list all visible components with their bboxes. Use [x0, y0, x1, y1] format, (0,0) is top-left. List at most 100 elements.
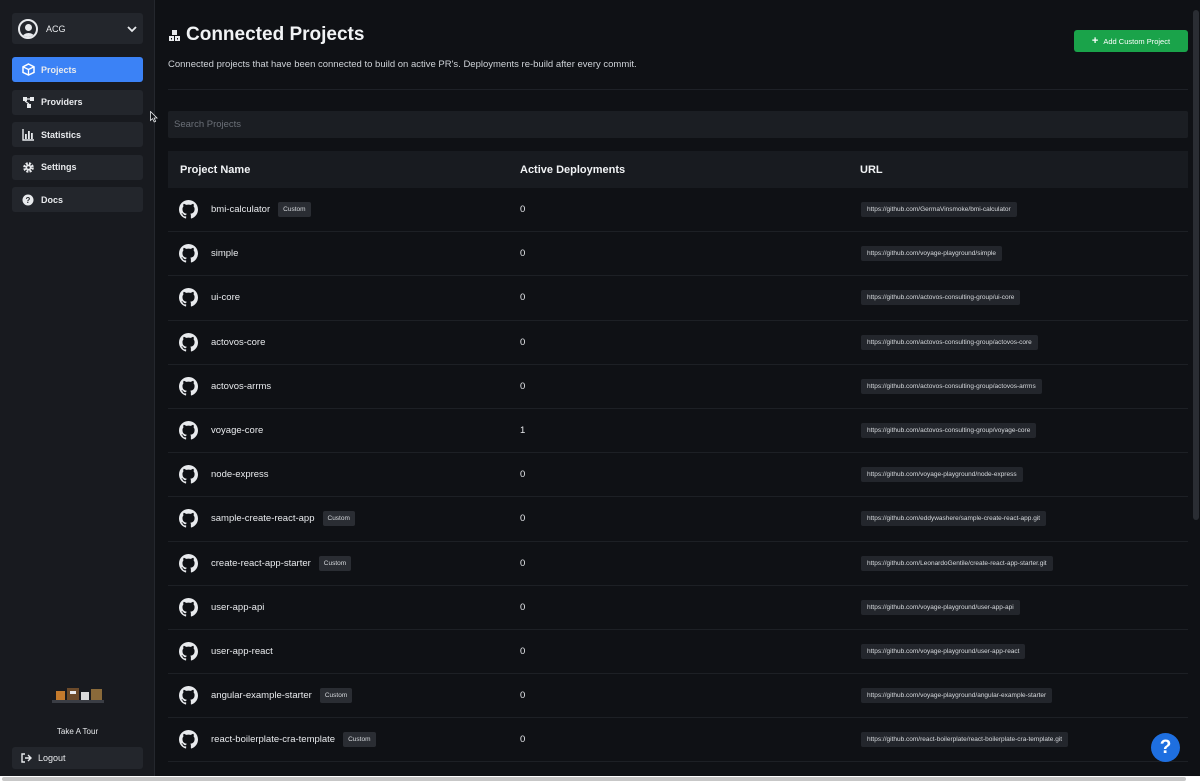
table-row[interactable]: angular-example-starter Custom 0 https://gi… [168, 674, 1188, 719]
project-name-cell[interactable]: react-boilerplate-cra-template Custom [211, 732, 376, 748]
github-icon [179, 686, 198, 705]
sidebar-item-projects[interactable]: Projects [12, 57, 143, 82]
scrollbar-thumb[interactable] [1193, 10, 1199, 520]
sidebar-item-label: Projects [41, 64, 77, 75]
project-name: react-boilerplate-cra-template [211, 734, 336, 746]
project-url[interactable]: https://github.com/GermaVinsmoke/bmi-cal… [861, 202, 1017, 218]
sidebar-item-label: Statistics [41, 129, 82, 140]
column-header-project-name[interactable]: Project Name [180, 164, 250, 176]
project-url[interactable]: https://github.com/eddywashere/sample-cr… [861, 511, 1047, 527]
column-header-active-deployments[interactable]: Active Deployments [520, 164, 625, 176]
project-url[interactable]: https://github.com/voyage-playground/use… [861, 599, 1020, 615]
project-url[interactable]: https://github.com/voyage-playground/nod… [861, 467, 1023, 483]
project-name-cell[interactable]: create-react-app-starter Custom [211, 555, 352, 571]
page-description: Connected projects that have been connec… [168, 59, 637, 70]
project-name: sample-create-react-app [211, 513, 315, 525]
table-row[interactable]: voyage-core 1 https://github.com/actovos-c… [168, 409, 1188, 454]
projects-table-body: bmi-calculator Custom 0 https://github.com/… [168, 188, 1188, 763]
logout-button[interactable]: Logout [12, 747, 143, 769]
org-switcher[interactable]: ACG [12, 13, 143, 44]
sidebar-item-settings[interactable]: Settings [12, 154, 143, 180]
question-icon: ? [21, 193, 35, 207]
project-name-cell[interactable]: sample-create-react-app Custom [211, 511, 355, 527]
table-row[interactable]: actovos-arrms 0 https://github.com/actovos… [168, 365, 1188, 409]
table-row[interactable]: simple 0 https://github.com/voyage-playgro… [168, 232, 1188, 277]
sidebar-item-providers[interactable]: Providers [12, 89, 143, 115]
project-name: actovos-core [211, 336, 266, 348]
page-title: Connected Projects [186, 24, 365, 45]
custom-badge: Custom [318, 555, 352, 571]
project-url[interactable]: https://github.com/actovos-consulting-gr… [861, 334, 1038, 350]
sidebar-nav: Projects Providers Statistics Settings ?… [12, 57, 143, 220]
cube-icon [21, 63, 35, 77]
project-name: angular-example-starter [211, 690, 312, 702]
project-url[interactable]: https://github.com/LeonardoGentile/creat… [861, 555, 1053, 571]
horizontal-scrollbar-thumb[interactable] [2, 777, 1186, 781]
active-deployments-cell: 0 [520, 645, 526, 657]
github-icon [179, 641, 198, 661]
sidebar-item-label: Settings [41, 162, 77, 172]
project-name: actovos-arrms [211, 380, 272, 392]
take-a-tour[interactable]: Take A Tour [12, 684, 143, 736]
table-row[interactable]: actovos-core 0 https://github.com/actovos-… [168, 321, 1188, 365]
table-row[interactable]: sample-create-react-app Custom 0 https://gi… [168, 497, 1188, 542]
project-url[interactable]: https://github.com/actovos-consulting-gr… [861, 423, 1037, 439]
project-name-cell[interactable]: bmi-calculator Custom [211, 202, 311, 218]
horizontal-scrollbar[interactable] [0, 776, 1200, 782]
project-url[interactable]: https://github.com/react-boilerplate/rea… [861, 732, 1069, 748]
header-divider [168, 89, 1188, 90]
table-row[interactable]: node-express 0 https://github.com/voyage-p… [168, 453, 1188, 498]
project-name-cell[interactable]: user-app-api [211, 602, 264, 613]
active-deployments-cell: 0 [520, 248, 526, 260]
table-header: Project Name Active Deployments URL [168, 151, 1188, 188]
github-icon [179, 553, 198, 573]
help-label: ? [1159, 736, 1172, 758]
sidebar-item-label: Docs [41, 194, 64, 205]
project-name-cell[interactable]: angular-example-starter Custom [211, 688, 353, 704]
project-url[interactable]: https://github.com/voyage-playground/use… [861, 643, 1026, 659]
project-name-cell[interactable]: actovos-arrms [211, 381, 271, 392]
chevron-down-icon [127, 25, 137, 32]
project-name-cell[interactable]: voyage-core [211, 425, 263, 436]
project-url[interactable]: https://github.com/voyage-playground/sim… [861, 246, 1002, 262]
sidebar-item-docs[interactable]: ? Docs [12, 187, 143, 212]
mouse-cursor-icon [150, 111, 158, 123]
project-name-cell[interactable]: actovos-core [211, 337, 265, 348]
table-row[interactable]: ui-core 0 https://github.com/actovos-consu… [168, 276, 1188, 321]
table-row[interactable]: bmi-calculator Custom 0 https://github.com/… [168, 188, 1188, 233]
sidebar: ACG Projects Providers Statistics Settin… [0, 0, 155, 776]
project-name-cell[interactable]: node-express [211, 469, 269, 480]
column-header-url[interactable]: URL [860, 164, 883, 176]
project-url[interactable]: https://github.com/voyage-playground/ang… [861, 688, 1053, 704]
project-name-cell[interactable]: ui-core [211, 292, 240, 303]
sidebar-item-label: Providers [41, 97, 83, 107]
active-deployments-cell: 0 [520, 513, 526, 525]
help-button[interactable]: ? [1151, 733, 1180, 762]
github-icon [179, 597, 198, 617]
project-name-cell[interactable]: simple [211, 248, 238, 259]
search-input[interactable] [168, 111, 1188, 138]
table-row[interactable]: user-app-react 0 https://github.com/voyage… [168, 630, 1188, 675]
add-custom-project-button[interactable]: + Add Custom Project [1074, 30, 1188, 52]
github-icon [179, 376, 198, 396]
active-deployments-cell: 0 [520, 601, 526, 613]
active-deployments-cell: 0 [520, 336, 526, 348]
table-row[interactable]: create-react-app-starter Custom 0 https://g… [168, 542, 1188, 586]
sidebar-item-statistics[interactable]: Statistics [12, 122, 143, 147]
github-icon [179, 509, 198, 528]
table-row[interactable]: react-boilerplate-cra-template Custom 0 htt… [168, 718, 1188, 763]
active-deployments-cell: 0 [520, 469, 526, 481]
github-icon [179, 730, 198, 749]
main-content: Connected Projects Connected projects th… [155, 0, 1200, 776]
tour-illustration [51, 688, 104, 703]
project-name: create-react-app-starter [211, 557, 311, 569]
boxes-icon [169, 30, 180, 41]
project-name-cell[interactable]: user-app-react [211, 646, 273, 657]
vertical-scrollbar[interactable] [1192, 0, 1200, 776]
project-url[interactable]: https://github.com/actovos-consulting-gr… [861, 378, 1042, 394]
app-window: ACG Projects Providers Statistics Settin… [0, 0, 1200, 776]
active-deployments-cell: 0 [520, 292, 526, 304]
table-row[interactable]: user-app-api 0 https://github.com/voyage-p… [168, 586, 1188, 630]
nodes-icon [21, 95, 35, 109]
project-url[interactable]: https://github.com/actovos-consulting-gr… [861, 290, 1021, 306]
